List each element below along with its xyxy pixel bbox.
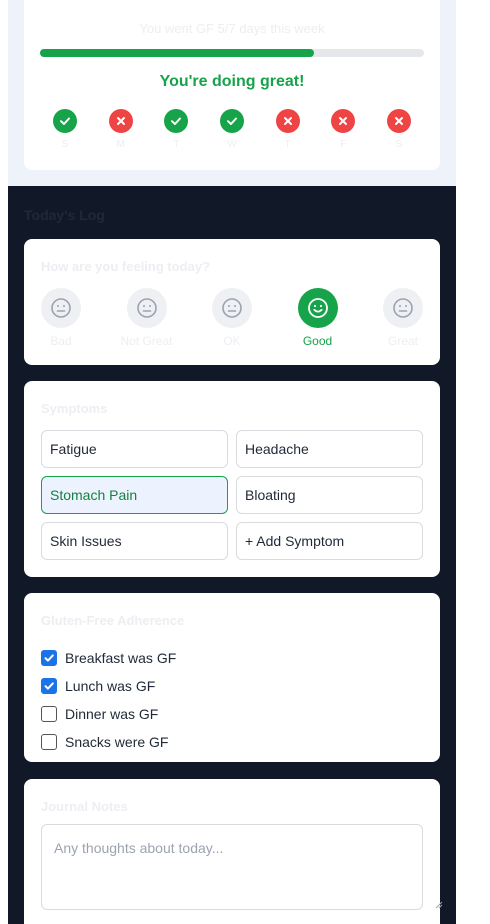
face-icon: [212, 288, 252, 328]
close-icon: [108, 109, 133, 133]
day-label: S: [395, 139, 403, 150]
weekly-progress-fill: [40, 49, 315, 57]
journal-card-title: Journal Notes: [41, 799, 128, 814]
add-symptom-button[interactable]: + Add Symptom: [236, 522, 423, 560]
mood-selector: Bad Not Great OK Good Great: [41, 288, 423, 348]
mood-option-not-great[interactable]: Not Great: [117, 288, 177, 348]
mood-label: OK: [223, 334, 241, 348]
checkbox[interactable]: [41, 734, 57, 750]
checkbox[interactable]: [41, 678, 57, 694]
adherence-item-breakfast[interactable]: Breakfast was GF: [41, 644, 176, 672]
checkbox-label: Snacks were GF: [65, 734, 169, 750]
adherence-checklist: Breakfast was GF Lunch was GF Dinner was…: [41, 644, 176, 756]
face-icon: [383, 288, 423, 328]
checkbox-label: Lunch was GF: [65, 678, 156, 694]
symptom-skin-issues-button[interactable]: Skin Issues: [41, 522, 228, 560]
day-wednesday: W: [219, 109, 245, 150]
check-icon: [219, 109, 244, 133]
day-tuesday: T: [163, 109, 189, 150]
section-title: Today's Log: [24, 207, 105, 223]
journal-card: Journal Notes Any thoughts about today..…: [24, 779, 443, 924]
day-friday: F: [330, 109, 356, 150]
mood-card: How are you feeling today? Bad Not Great…: [24, 239, 440, 365]
weekly-progress-card: You went GF 5/7 days this week You're do…: [24, 0, 440, 170]
day-monday: M: [108, 109, 134, 150]
symptom-grid: Fatigue Headache Stomach Pain Bloating S…: [41, 430, 423, 560]
check-icon: [164, 109, 189, 133]
weekly-progress-text: You went GF 5/7 days this week: [139, 21, 325, 36]
adherence-item-snacks[interactable]: Snacks were GF: [41, 728, 176, 756]
day-label: T: [284, 139, 291, 150]
day-saturday: S: [386, 109, 412, 150]
mood-card-title: How are you feeling today?: [41, 259, 211, 274]
symptom-fatigue-button[interactable]: Fatigue: [41, 430, 228, 468]
resize-handle-icon[interactable]: [433, 899, 443, 909]
encouragement-text: You're doing great!: [159, 73, 305, 90]
mood-option-bad[interactable]: Bad: [31, 288, 91, 348]
checkbox[interactable]: [41, 650, 57, 666]
day-label: F: [340, 139, 347, 150]
symptoms-card: Symptoms Fatigue Headache Stomach Pain B…: [24, 381, 440, 577]
mood-option-great[interactable]: Great: [373, 288, 433, 348]
checkbox[interactable]: [41, 706, 57, 722]
adherence-item-dinner[interactable]: Dinner was GF: [41, 700, 176, 728]
checkbox-label: Breakfast was GF: [65, 650, 177, 666]
mood-label: Not Great: [120, 334, 173, 348]
weekly-progress-bar: [40, 49, 424, 57]
checkbox-label: Dinner was GF: [65, 706, 159, 722]
adherence-item-lunch[interactable]: Lunch was GF: [41, 672, 176, 700]
close-icon: [386, 109, 411, 133]
day-label: W: [227, 139, 237, 150]
close-icon: [275, 109, 300, 133]
adherence-card-title: Gluten-Free Adherence: [41, 613, 185, 628]
mood-label: Great: [387, 334, 418, 348]
mood-label: Bad: [50, 334, 72, 348]
day-label: M: [116, 139, 125, 150]
gf-adherence-card: Gluten-Free Adherence Breakfast was GF L…: [24, 593, 440, 762]
mood-option-good[interactable]: Good: [288, 288, 348, 348]
face-icon: [126, 288, 167, 328]
close-icon: [331, 109, 356, 133]
check-icon: [53, 109, 77, 133]
symptom-headache-button[interactable]: Headache: [236, 430, 423, 468]
mood-option-ok[interactable]: OK: [202, 288, 262, 348]
journal-notes-input[interactable]: Any thoughts about today...: [41, 824, 423, 910]
smile-icon: [297, 288, 338, 328]
symptom-bloating-button[interactable]: Bloating: [236, 476, 423, 514]
symptoms-card-title: Symptoms: [41, 401, 108, 416]
mood-label: Good: [302, 334, 333, 348]
day-sunday: S: [52, 109, 78, 150]
day-label: S: [61, 139, 69, 150]
day-label: T: [173, 139, 180, 150]
face-icon: [41, 288, 81, 328]
symptom-stomach-pain-button[interactable]: Stomach Pain: [41, 476, 228, 514]
day-thursday: T: [275, 109, 301, 150]
week-day-tracker: S M T W T F S: [40, 109, 424, 150]
